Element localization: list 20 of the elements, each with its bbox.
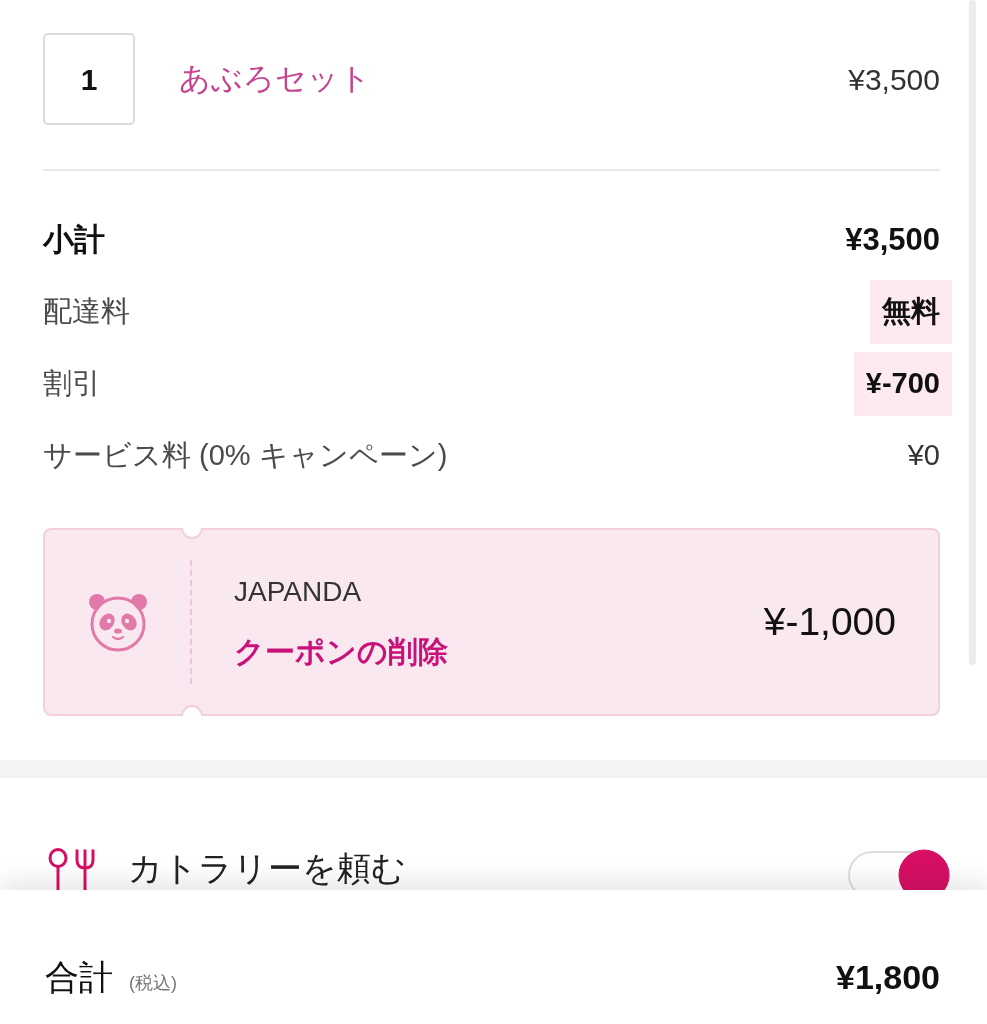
highlighted-amount: ¥-700 [853, 352, 952, 416]
cutlery-label: カトラリーを頼む [128, 848, 406, 889]
summary-amount: ¥0 [907, 438, 940, 474]
total-label: 合計 [45, 957, 113, 998]
spoon-fork-icon [48, 848, 98, 890]
summary-label: サービス料 (0% キャンペーン) [43, 438, 448, 474]
total-amount: ¥1,800 [836, 957, 940, 998]
subtotal-amount: ¥3,500 [845, 220, 940, 259]
tax-note: (税込) [129, 972, 177, 995]
remove-coupon-link[interactable]: クーポンの削除 [234, 632, 448, 672]
summary-label: 配達料 [43, 294, 130, 330]
quantity-selector[interactable]: 1 [43, 33, 135, 125]
subtotal-label: 小計 [43, 220, 105, 259]
coupon-code: JAPANDA [234, 575, 363, 609]
item-price: ¥3,500 [848, 61, 940, 98]
highlighted-amount: 無料 [870, 280, 952, 344]
cutlery-toggle[interactable] [848, 846, 950, 890]
item-name-link[interactable]: あぶろセット [179, 55, 371, 103]
coupon-amount: ¥-1,000 [763, 598, 896, 645]
summary-label: 割引 [43, 366, 101, 402]
